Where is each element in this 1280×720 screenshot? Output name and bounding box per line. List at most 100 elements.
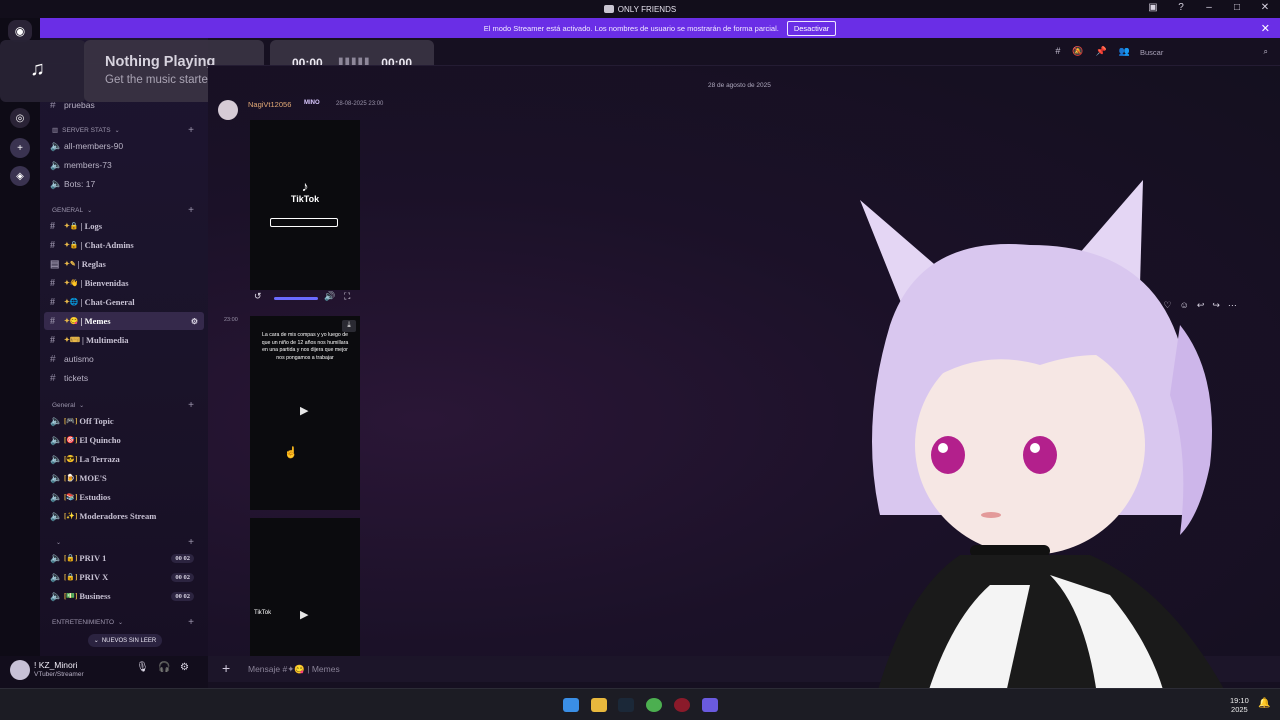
- fullscreen-icon[interactable]: ⛶: [344, 291, 350, 302]
- channel-logs[interactable]: # ✦🔒 | Logs: [44, 217, 204, 235]
- emoji-icon: [📚]: [64, 493, 78, 501]
- inbox-icon[interactable]: ▣: [1146, 2, 1160, 13]
- channel-reglas[interactable]: ▤ ✦✎ | Reglas: [44, 255, 204, 273]
- chevron-down-icon: ⌄: [114, 127, 120, 134]
- search-input[interactable]: Buscar ⌕: [1136, 45, 1274, 59]
- category-label: ENTRETENIMIENTO: [52, 618, 114, 626]
- volume-icon[interactable]: 🔊: [324, 291, 335, 302]
- unread-pill-label: NUEVOS SIN LEER: [101, 637, 157, 644]
- chrome-icon[interactable]: [646, 698, 662, 712]
- download-icon[interactable]: ⤓: [342, 320, 356, 332]
- video-embed-1[interactable]: ♪ TikTok: [250, 120, 360, 290]
- clock-time: 19:10: [1230, 696, 1249, 705]
- voice-business[interactable]: 🔈 [💵] Business 00 02: [44, 587, 204, 605]
- channel-chat-general[interactable]: # ✦🌐 | Chat-General: [44, 293, 204, 311]
- steam-icon[interactable]: [618, 698, 634, 712]
- close-banner-icon[interactable]: ✕: [1261, 22, 1270, 35]
- server-icon[interactable]: ◎: [10, 108, 30, 128]
- voice-la-terraza[interactable]: 🔈 [😎] La Terraza: [44, 450, 204, 468]
- channel-autismo[interactable]: # autismo: [44, 350, 204, 368]
- discord-taskbar-icon[interactable]: [702, 698, 718, 712]
- left-eye-shine: [938, 443, 948, 453]
- emoji-icon: [🍺]: [64, 474, 78, 482]
- channel-chat-admins[interactable]: # ✦🔒 | Chat-Admins: [44, 236, 204, 254]
- members-icon[interactable]: 👥: [1119, 46, 1130, 57]
- speaker-icon: 🔈: [50, 453, 63, 465]
- lock-icon: [🔒]: [64, 554, 78, 562]
- windows-start-icon[interactable]: [563, 698, 579, 712]
- add-server-icon[interactable]: +: [10, 138, 30, 158]
- pen-icon: ✦✎: [64, 260, 76, 268]
- music-widget[interactable]: ♫: [0, 40, 86, 102]
- speaker-icon: 🔈: [50, 434, 63, 446]
- pin-icon[interactable]: 📌: [1096, 46, 1107, 57]
- voice-el-quincho[interactable]: 🔈 [🎯] El Quincho: [44, 431, 204, 449]
- close-window-button[interactable]: ✕: [1258, 2, 1272, 13]
- explore-icon[interactable]: ◈: [10, 166, 30, 186]
- channel-members[interactable]: 🔈 members-73: [44, 156, 204, 174]
- add-channel-icon[interactable]: +: [188, 617, 194, 628]
- add-channel-icon[interactable]: +: [188, 400, 194, 411]
- gear-icon[interactable]: ⚙: [180, 662, 189, 673]
- channel-bienvenidas[interactable]: # ✦👋 | Bienvenidas: [44, 274, 204, 292]
- channel-bots[interactable]: 🔈 Bots: 17: [44, 175, 204, 193]
- voice-priv-x[interactable]: 🔈 [🔒] PRIV X 00 02: [44, 568, 204, 586]
- deactivate-button[interactable]: Desactivar: [786, 20, 837, 36]
- channel-all-members[interactable]: 🔈 all-members-90: [44, 137, 204, 155]
- file-explorer-icon[interactable]: [591, 698, 607, 712]
- video-caption: La cara de mis compas y yo luego de que …: [261, 332, 349, 361]
- video-embed-2[interactable]: ⤓ La cara de mis compas y yo luego de qu…: [250, 316, 360, 510]
- category-server-stats[interactable]: ▥ SERVER STATS ⌄ +: [52, 123, 202, 137]
- voice-off-topic[interactable]: 🔈 [🎮] Off Topic: [44, 412, 204, 430]
- maximize-button[interactable]: □: [1230, 2, 1244, 13]
- add-channel-icon[interactable]: +: [188, 537, 194, 548]
- notification-bell-icon[interactable]: 🔕: [1072, 46, 1083, 57]
- channel-label: Estudios: [79, 492, 111, 502]
- voice-moes[interactable]: 🔈 [🍺] MOE'S: [44, 469, 204, 487]
- date-separator: 28 de agosto de 2025: [708, 82, 771, 89]
- channel-tickets[interactable]: # tickets: [44, 369, 204, 387]
- microphone-icon[interactable]: 🎙: [136, 662, 149, 673]
- avatar[interactable]: [10, 660, 30, 680]
- system-clock[interactable]: 19:10 2025: [1230, 696, 1249, 714]
- notification-icon[interactable]: 🔔: [1258, 698, 1270, 709]
- replay-icon[interactable]: ↺: [254, 291, 262, 302]
- category-entretenimiento[interactable]: ENTRETENIMIENTO ⌄ +: [52, 615, 202, 629]
- category-private[interactable]: ⌄ +: [52, 535, 202, 549]
- help-icon[interactable]: ?: [1174, 2, 1188, 13]
- streamer-mode-banner: El modo Streamer está activado. Los nomb…: [40, 18, 1280, 38]
- taskbar: 19:10 2025 🔔: [0, 688, 1280, 720]
- unread-messages-pill[interactable]: ⌄ NUEVOS SIN LEER: [88, 634, 162, 647]
- channel-label: Moderadores Stream: [79, 511, 157, 521]
- voice-estudios[interactable]: 🔈 [📚] Estudios: [44, 488, 204, 506]
- voice-moderadores-stream[interactable]: 🔈 [✨] Moderadores Stream: [44, 507, 204, 525]
- hash-icon: #: [50, 334, 55, 346]
- avatar[interactable]: [218, 100, 238, 120]
- volume-slider[interactable]: [274, 297, 318, 300]
- opera-icon[interactable]: [674, 698, 690, 712]
- channel-settings-icon[interactable]: ⚙: [191, 317, 198, 326]
- headphones-icon[interactable]: 🎧: [158, 662, 170, 673]
- minimize-button[interactable]: –: [1202, 2, 1216, 13]
- discord-home-icon[interactable]: ◉: [8, 20, 32, 42]
- voice-priv-1[interactable]: 🔈 [🔒] PRIV 1 00 02: [44, 549, 204, 567]
- channel-sidebar: # pruebas ▥ SERVER STATS ⌄ + 🔈 all-members-90…: [40, 38, 208, 656]
- title-bar: ONLY FRIENDS ▣ ? – □ ✕: [0, 0, 1280, 18]
- category-general-upper[interactable]: GENERAL ⌄ +: [52, 203, 202, 217]
- add-channel-icon[interactable]: +: [188, 125, 194, 136]
- play-icon[interactable]: ▶: [300, 404, 308, 417]
- add-attachment-icon[interactable]: +: [222, 660, 230, 676]
- channel-label: | Memes: [80, 316, 111, 326]
- threads-icon[interactable]: #: [1055, 46, 1060, 57]
- video-embed-3[interactable]: TikTok ▶: [250, 518, 360, 656]
- tiktok-watermark: TikTok: [254, 610, 272, 616]
- emoji-icon: [🎮]: [64, 417, 78, 425]
- message-author[interactable]: NagiVt12056: [248, 100, 291, 109]
- message-hover-time: 23:00: [224, 317, 238, 323]
- add-channel-icon[interactable]: +: [188, 205, 194, 216]
- category-general-voice[interactable]: General ⌄ +: [52, 398, 202, 412]
- search-icon: ⌕: [1263, 47, 1268, 56]
- channel-memes[interactable]: # ✦😋 | Memes ⚙: [44, 312, 204, 330]
- play-icon[interactable]: ▶: [300, 608, 308, 621]
- channel-multimedia[interactable]: # ✦⌨ | Multimedia: [44, 331, 204, 349]
